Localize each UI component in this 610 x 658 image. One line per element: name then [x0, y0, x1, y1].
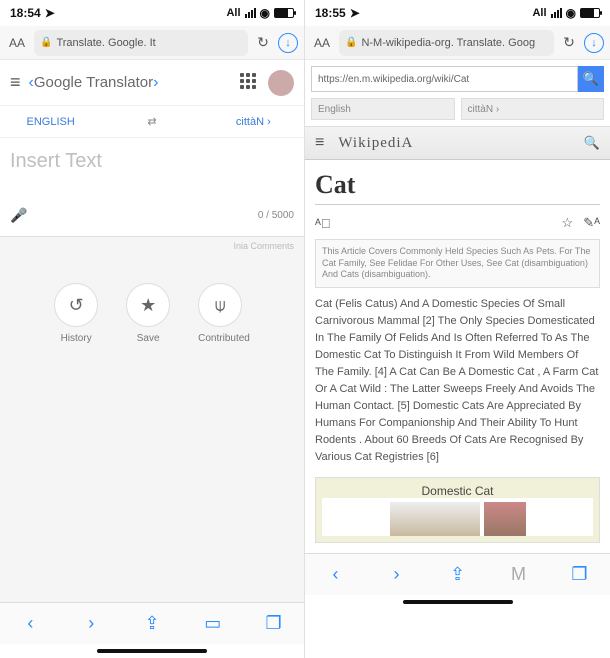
tabs-button[interactable]: ❐ — [263, 613, 285, 634]
status-time: 18:54 — [10, 6, 41, 20]
location-icon: ➤ — [45, 6, 55, 20]
app-title: Google Translator — [34, 74, 153, 91]
translate-icon[interactable]: ᴬ⃝ — [315, 216, 331, 231]
text-size-button[interactable]: AA — [6, 36, 28, 50]
source-lang[interactable]: ENGLISH — [0, 116, 101, 128]
wifi-icon: ◉ — [566, 6, 576, 20]
history-icon: ↺ — [54, 283, 98, 327]
address-bar: AA 🔒 Translate. Google. It ↻ ↓ — [0, 26, 304, 60]
translate-lang-row: English cittàN › — [305, 98, 610, 126]
translate-header: ≡ ‹Google Translator› — [0, 60, 304, 106]
input-placeholder: Insert Text — [10, 150, 294, 173]
wiki-menu-icon[interactable]: ≡ — [315, 134, 324, 152]
battery-icon — [274, 8, 294, 18]
source-lang-select[interactable]: English — [311, 98, 455, 120]
article-body: Cat (Felis Catus) And A Domestic Species… — [315, 296, 600, 466]
address-bar: AA 🔒 N-M-wikipedia-org. Translate. Goog … — [305, 26, 610, 60]
url-field[interactable]: 🔒 Translate. Google. It — [34, 30, 248, 56]
wifi-icon: ◉ — [260, 6, 270, 20]
input-area[interactable]: Insert Text 🎤 0 / 5000 — [0, 138, 304, 237]
safari-toolbar: ‹ › ⇪ ▭ ❐ — [0, 602, 304, 644]
download-button[interactable]: ↓ — [278, 33, 298, 53]
back-button[interactable]: ‹ — [19, 613, 41, 634]
bookmarks-button[interactable]: M — [508, 564, 530, 585]
mic-button[interactable]: 🎤 — [10, 207, 27, 224]
status-bar: 18:55 ➤ All ◉ — [305, 0, 610, 26]
target-lang[interactable]: cittàN › — [203, 116, 304, 128]
inia-comments: Inia Comments — [0, 237, 304, 257]
disambiguation-box: This Article Covers Commonly Held Specie… — [315, 239, 600, 288]
language-row: ENGLISH ⇄ cittàN › — [0, 106, 304, 138]
reload-button[interactable]: ↻ — [254, 34, 272, 51]
reload-button[interactable]: ↻ — [560, 34, 578, 51]
translate-url-input[interactable] — [311, 66, 578, 92]
apps-icon[interactable] — [240, 73, 260, 93]
signal-icon — [551, 8, 562, 18]
edit-icon[interactable]: ✎ᴬ — [583, 215, 600, 231]
translate-url-row: 🔍 — [305, 60, 610, 98]
signal-icon — [245, 8, 256, 18]
infobox-image-2 — [484, 502, 526, 536]
infobox: Domestic Cat — [315, 477, 600, 543]
people-icon: ⍦ — [198, 283, 242, 327]
swap-button[interactable]: ⇄ — [101, 115, 202, 128]
avatar[interactable] — [268, 70, 294, 96]
url-text: N-M-wikipedia-org. Translate. Goog — [361, 37, 535, 49]
chevron-right-icon: › — [153, 74, 158, 92]
forward-button[interactable]: › — [80, 613, 102, 634]
right-screenshot: 18:55 ➤ All ◉ AA 🔒 N-M-wikipedia-org. Tr… — [305, 0, 610, 658]
forward-button[interactable]: › — [386, 564, 408, 585]
wikipedia-header: ≡ WikipediA 🔍 — [305, 126, 610, 160]
tabs-button[interactable]: ❐ — [569, 564, 591, 585]
status-time: 18:55 — [315, 6, 346, 20]
url-text: Translate. Google. It — [56, 37, 155, 49]
back-button[interactable]: ‹ — [325, 564, 347, 585]
history-action[interactable]: ↺ History — [54, 283, 98, 344]
go-button[interactable]: 🔍 — [578, 66, 604, 92]
contributed-action[interactable]: ⍦ Contributed — [198, 283, 250, 344]
infobox-title: Domestic Cat — [322, 484, 593, 498]
lock-icon: 🔒 — [40, 37, 52, 48]
status-bar: 18:54 ➤ All ◉ — [0, 0, 304, 26]
status-net: All — [226, 7, 240, 19]
lock-icon: 🔒 — [345, 37, 357, 48]
empty-area — [0, 370, 304, 602]
target-lang-select[interactable]: cittàN › — [461, 98, 605, 120]
star-outline-icon[interactable]: ☆ — [562, 215, 574, 231]
bookmarks-button[interactable]: ▭ — [202, 613, 224, 634]
safari-toolbar: ‹ › ⇪ M ❐ — [305, 553, 610, 595]
article: Cat ᴬ⃝ ☆ ✎ᴬ This Article Covers Commonly… — [305, 160, 610, 553]
share-button[interactable]: ⇪ — [447, 564, 469, 585]
location-icon: ➤ — [350, 6, 360, 20]
menu-icon[interactable]: ≡ — [10, 72, 21, 93]
status-net: All — [532, 7, 546, 19]
text-size-button[interactable]: AA — [311, 36, 333, 50]
home-indicator — [305, 595, 610, 609]
left-screenshot: 18:54 ➤ All ◉ AA 🔒 Translate. Google. It… — [0, 0, 305, 658]
download-button[interactable]: ↓ — [584, 33, 604, 53]
url-field[interactable]: 🔒 N-M-wikipedia-org. Translate. Goog — [339, 30, 554, 56]
wikipedia-logo[interactable]: WikipediA — [338, 135, 583, 152]
article-title: Cat — [315, 170, 600, 205]
action-row: ↺ History ★ Save ⍦ Contributed — [0, 257, 304, 370]
char-counter: 0 / 5000 — [258, 210, 294, 221]
star-icon: ★ — [126, 283, 170, 327]
wiki-search-icon[interactable]: 🔍 — [584, 135, 600, 151]
infobox-image-1 — [390, 502, 480, 536]
home-indicator — [0, 644, 304, 658]
save-action[interactable]: ★ Save — [126, 283, 170, 344]
share-button[interactable]: ⇪ — [141, 613, 163, 634]
battery-icon — [580, 8, 600, 18]
